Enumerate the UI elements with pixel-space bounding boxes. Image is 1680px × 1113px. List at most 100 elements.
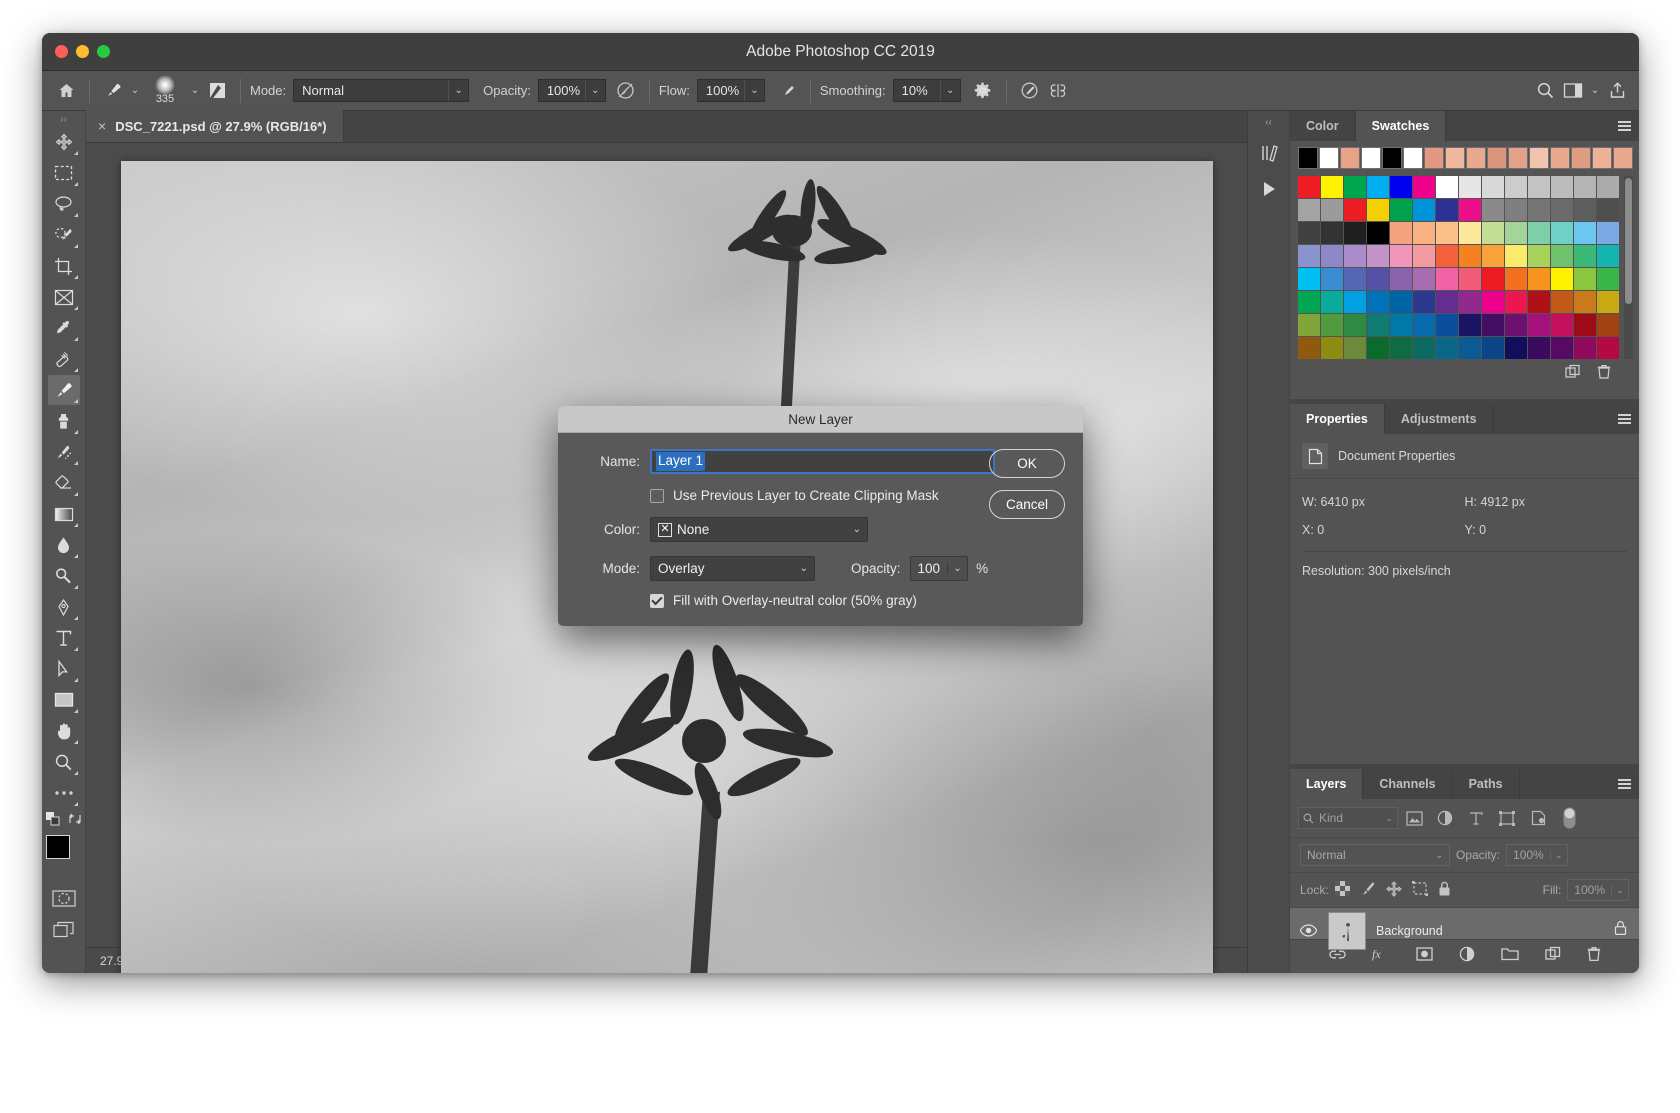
color-swatch[interactable] xyxy=(1413,245,1435,267)
layer-mode-select[interactable]: Overlay ⌄ xyxy=(650,556,815,581)
recent-swatch[interactable] xyxy=(1445,147,1465,169)
add-layer-mask-icon[interactable] xyxy=(1416,947,1433,966)
home-icon[interactable] xyxy=(52,78,80,104)
color-swatch[interactable] xyxy=(1574,291,1596,313)
pressure-size-icon[interactable] xyxy=(1016,78,1044,104)
color-swatch[interactable] xyxy=(1298,314,1320,336)
pen-tool[interactable] xyxy=(48,592,80,622)
color-swatch[interactable] xyxy=(1505,314,1527,336)
layer-opacity-input[interactable]: 100% ⌄ xyxy=(1506,844,1568,866)
filter-smart-object-icon[interactable] xyxy=(1523,806,1553,830)
layer-kind-filter[interactable]: Kind ⌄ xyxy=(1298,807,1398,829)
flow-input[interactable]: 100% ⌄ xyxy=(697,79,765,102)
color-swatch[interactable] xyxy=(1597,314,1619,336)
fill-neutral-checkbox[interactable] xyxy=(650,594,664,608)
color-swatch[interactable] xyxy=(1367,176,1389,198)
color-swatch[interactable] xyxy=(1574,314,1596,336)
color-swatch[interactable] xyxy=(1390,176,1412,198)
color-swatch[interactable] xyxy=(1528,337,1550,359)
color-swatch[interactable] xyxy=(1367,268,1389,290)
share-icon[interactable] xyxy=(1603,78,1631,104)
color-swatch[interactable] xyxy=(1574,245,1596,267)
color-swatch[interactable] xyxy=(1321,245,1343,267)
color-swatch[interactable] xyxy=(1390,291,1412,313)
color-swatch[interactable] xyxy=(1574,268,1596,290)
color-swatch[interactable] xyxy=(1436,222,1458,244)
color-swatch[interactable] xyxy=(1344,314,1366,336)
pressure-opacity-icon[interactable] xyxy=(612,78,640,104)
color-swatch[interactable] xyxy=(1436,314,1458,336)
document-tab[interactable]: × DSC_7221.psd @ 27.9% (RGB/16*) xyxy=(86,110,344,142)
color-swatch[interactable] xyxy=(1436,337,1458,359)
link-layers-icon[interactable] xyxy=(1329,948,1346,966)
color-swatch[interactable] xyxy=(1298,199,1320,221)
recent-swatch[interactable] xyxy=(1403,147,1423,169)
color-swatch[interactable] xyxy=(1321,176,1343,198)
close-icon[interactable]: × xyxy=(98,118,106,134)
type-tool[interactable] xyxy=(48,623,80,653)
color-swatch[interactable] xyxy=(1298,268,1320,290)
color-swatch[interactable] xyxy=(1551,199,1573,221)
color-swatch[interactable] xyxy=(1459,291,1481,313)
tab-channels[interactable]: Channels xyxy=(1363,769,1452,799)
new-swatch-icon[interactable] xyxy=(1565,364,1581,385)
color-swatch[interactable] xyxy=(1528,222,1550,244)
color-swatch[interactable] xyxy=(1482,314,1504,336)
recent-swatch[interactable] xyxy=(1487,147,1507,169)
close-window-button[interactable] xyxy=(55,45,68,58)
color-swatch[interactable] xyxy=(1413,199,1435,221)
height-value[interactable]: 4912 px xyxy=(1480,495,1524,509)
color-swatch[interactable] xyxy=(1367,199,1389,221)
filter-pixel-icon[interactable] xyxy=(1399,806,1429,830)
trash-icon[interactable] xyxy=(1597,364,1611,385)
opacity-input[interactable]: 100% ⌄ xyxy=(538,79,606,102)
default-colors-icon[interactable] xyxy=(46,812,60,831)
play-icon[interactable] xyxy=(1253,174,1285,204)
color-swatch[interactable] xyxy=(1436,176,1458,198)
tools-panel-grip[interactable]: ›› xyxy=(60,113,67,127)
color-swatch[interactable] xyxy=(1597,245,1619,267)
swatches-scrollbar[interactable] xyxy=(1624,176,1633,359)
recent-swatch[interactable] xyxy=(1424,147,1444,169)
color-swatch[interactable] xyxy=(1321,291,1343,313)
blend-mode-select[interactable]: Normal ⌄ xyxy=(293,79,469,102)
color-swatch[interactable] xyxy=(1528,245,1550,267)
clipping-mask-checkbox[interactable] xyxy=(650,489,664,503)
panel-menu-icon[interactable] xyxy=(1609,769,1639,799)
color-swatch[interactable] xyxy=(1344,222,1366,244)
color-swatch[interactable] xyxy=(1344,291,1366,313)
color-swatch[interactable] xyxy=(1482,291,1504,313)
dialog-opacity-input[interactable]: 100 ⌄ xyxy=(910,556,969,581)
brush-options-chevron-icon[interactable]: ⌄ xyxy=(187,85,203,96)
color-swatch[interactable] xyxy=(1482,268,1504,290)
color-swatch[interactable] xyxy=(1321,199,1343,221)
color-swatch[interactable] xyxy=(1413,222,1435,244)
layer-blend-mode-select[interactable]: Normal ⌄ xyxy=(1300,844,1450,866)
color-swatch[interactable] xyxy=(1574,222,1596,244)
color-swatch[interactable] xyxy=(1597,176,1619,198)
color-swatch[interactable] xyxy=(1505,268,1527,290)
layer-fill-input[interactable]: 100% ⌄ xyxy=(1567,879,1629,901)
color-swatch[interactable] xyxy=(1413,314,1435,336)
lock-position-icon[interactable] xyxy=(1386,881,1402,900)
recent-swatch[interactable] xyxy=(1529,147,1549,169)
zoom-window-button[interactable] xyxy=(97,45,110,58)
recent-swatch[interactable] xyxy=(1508,147,1528,169)
color-swatch[interactable] xyxy=(1505,199,1527,221)
color-swatch[interactable] xyxy=(1597,291,1619,313)
color-swatch[interactable] xyxy=(1459,245,1481,267)
y-value[interactable]: 0 xyxy=(1479,523,1486,537)
color-swatch[interactable] xyxy=(1505,176,1527,198)
spot-healing-brush-tool[interactable] xyxy=(48,344,80,374)
symmetry-butterfly-icon[interactable] xyxy=(1044,78,1072,104)
delete-layer-icon[interactable] xyxy=(1587,946,1601,967)
move-tool[interactable] xyxy=(48,127,80,157)
color-swatch[interactable] xyxy=(1459,337,1481,359)
color-swatch[interactable] xyxy=(1344,176,1366,198)
color-swatch[interactable] xyxy=(1298,291,1320,313)
recent-swatch[interactable] xyxy=(1466,147,1486,169)
filter-type-icon[interactable] xyxy=(1461,806,1491,830)
color-swatch[interactable] xyxy=(1551,314,1573,336)
rectangle-tool[interactable] xyxy=(48,685,80,715)
color-swatch[interactable] xyxy=(1390,314,1412,336)
